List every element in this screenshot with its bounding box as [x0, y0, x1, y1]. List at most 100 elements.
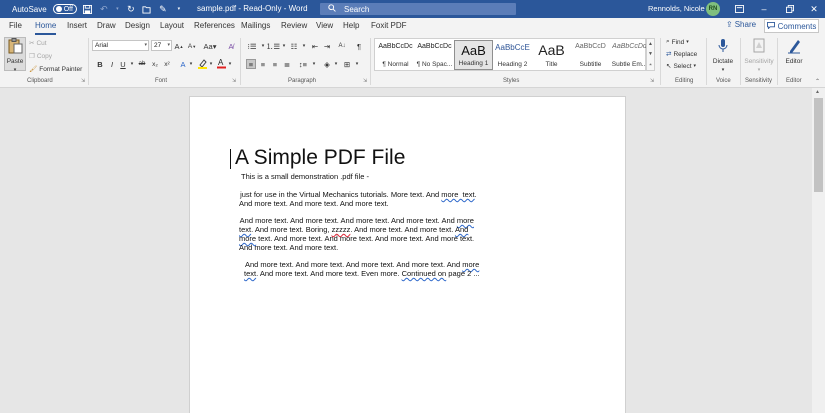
share-label: Share: [734, 20, 757, 29]
group-divider: [740, 38, 741, 85]
collapse-ribbon-icon[interactable]: ⌃: [815, 78, 820, 85]
style-heading-1[interactable]: AaB Heading 1: [454, 40, 493, 70]
undo-dropdown-icon[interactable]: ▾: [115, 4, 120, 14]
cut-button[interactable]: ✂ Cut: [29, 39, 47, 48]
scroll-up-icon[interactable]: ▲: [648, 41, 653, 47]
multilevel-dropdown-icon[interactable]: ▾: [299, 41, 309, 51]
tab-foxit-pdf[interactable]: Foxit PDF: [371, 21, 407, 35]
tab-insert[interactable]: Insert: [67, 21, 87, 35]
superscript-icon[interactable]: x²: [162, 59, 172, 69]
style-normal[interactable]: AaBbCcDc ¶ Normal: [376, 40, 415, 70]
close-icon[interactable]: ✕: [808, 3, 820, 15]
align-left-icon[interactable]: ≡: [246, 59, 256, 69]
user-name[interactable]: Rennolds, Nicole P.: [648, 4, 713, 13]
style-title[interactable]: AaB Title: [532, 40, 571, 70]
sensitivity-button[interactable]: Sensitivity ▾: [743, 38, 775, 73]
ribbon-display-options-icon[interactable]: [733, 3, 745, 15]
minimize-icon[interactable]: –: [758, 3, 770, 15]
style-subtle-emphasis[interactable]: AaBbCcDd Subtle Em...: [610, 40, 649, 70]
highlight-dropdown-icon[interactable]: ▾: [206, 59, 216, 69]
tab-file[interactable]: File: [9, 21, 22, 35]
save-icon[interactable]: [83, 4, 93, 14]
tab-references[interactable]: References: [194, 21, 235, 35]
borders-icon[interactable]: ⊞: [342, 59, 352, 69]
editor-button[interactable]: Editor: [781, 38, 807, 65]
style-sample: AaBbCcD: [575, 43, 606, 50]
draw-pen-icon[interactable]: ✎: [158, 4, 168, 14]
change-case-icon[interactable]: Aa▾: [202, 41, 218, 51]
tab-help[interactable]: Help: [343, 21, 359, 35]
replace-button[interactable]: ⇄ Replace: [666, 50, 697, 59]
comments-button[interactable]: Comments: [764, 19, 819, 33]
replace-icon: ⇄: [666, 51, 672, 58]
tab-mailings[interactable]: Mailings: [241, 21, 270, 35]
dictate-button[interactable]: Dictate ▾: [710, 38, 736, 73]
borders-dropdown-icon[interactable]: ▾: [352, 59, 362, 69]
shrink-font-icon[interactable]: A ▼: [187, 41, 197, 51]
align-right-icon[interactable]: ≡: [270, 59, 280, 69]
styles-dialog-launcher-icon[interactable]: ⇲: [650, 78, 654, 84]
shading-dropdown-icon[interactable]: ▾: [331, 59, 341, 69]
share-button[interactable]: ⇪ Share: [726, 20, 756, 29]
search-box[interactable]: Search: [320, 3, 516, 15]
tab-review[interactable]: Review: [281, 21, 307, 35]
clipboard-dialog-launcher-icon[interactable]: ⇲: [81, 78, 85, 84]
align-center-icon[interactable]: ≡: [258, 59, 268, 69]
tab-view[interactable]: View: [316, 21, 333, 35]
style-heading-2[interactable]: AaBbCcE Heading 2: [493, 40, 532, 70]
vertical-scrollbar[interactable]: ▲: [812, 88, 825, 413]
scrollbar-thumb[interactable]: [814, 98, 823, 192]
numbering-icon[interactable]: ⒈☰: [266, 41, 280, 51]
font-dialog-launcher-icon[interactable]: ⇲: [232, 78, 236, 84]
doc-heading: A Simple PDF File: [235, 146, 406, 169]
format-painter-button[interactable]: 🖌 Format Painter: [29, 65, 82, 74]
underline-dropdown-icon[interactable]: ▾: [127, 59, 137, 69]
style-sample: AaB: [461, 44, 486, 57]
decrease-indent-icon[interactable]: ⇤: [310, 41, 320, 51]
font-size-combo[interactable]: 27 ▾: [151, 40, 172, 51]
undo-icon[interactable]: ↶: [99, 4, 109, 14]
tab-layout[interactable]: Layout: [160, 21, 184, 35]
paste-button[interactable]: Paste ▾: [4, 37, 26, 73]
font-name-combo[interactable]: Arial ▾: [92, 40, 149, 51]
grow-font-icon[interactable]: A ▲: [174, 41, 184, 51]
subscript-icon[interactable]: x₂: [150, 59, 160, 69]
document-page[interactable]: A Simple PDF File This is a small demons…: [189, 96, 626, 413]
line-spacing-dropdown-icon[interactable]: ▾: [309, 59, 319, 69]
doc-line: This is a small demonstration .pdf file …: [241, 172, 369, 181]
paragraph-dialog-launcher-icon[interactable]: ⇲: [363, 78, 367, 84]
find-button[interactable]: ⌕ Find ▾: [666, 38, 689, 46]
scroll-down-icon[interactable]: ▼: [648, 51, 653, 57]
tab-draw[interactable]: Draw: [97, 21, 116, 35]
sort-icon[interactable]: A↓: [337, 41, 347, 51]
line-spacing-icon[interactable]: ↕≡: [298, 59, 308, 69]
show-formatting-marks-icon[interactable]: ¶: [354, 41, 364, 51]
scissors-icon: ✂: [29, 40, 35, 47]
bold-icon[interactable]: B: [95, 59, 105, 69]
dictate-dropdown-icon: ▾: [721, 67, 725, 73]
avatar[interactable]: RN: [706, 2, 720, 16]
copy-button[interactable]: ❐ Copy: [29, 52, 52, 61]
text-effects-dropdown-icon[interactable]: ▾: [186, 59, 196, 69]
strikethrough-icon[interactable]: ab: [137, 59, 147, 69]
customize-toolbar-icon[interactable]: ▾: [174, 4, 184, 14]
tab-design[interactable]: Design: [125, 21, 150, 35]
open-icon[interactable]: [142, 4, 152, 14]
increase-indent-icon[interactable]: ⇥: [322, 41, 332, 51]
bullets-icon[interactable]: ⁝☰: [245, 41, 259, 51]
redo-icon[interactable]: ↻: [126, 4, 136, 14]
autosave-toggle[interactable]: Off: [52, 4, 77, 14]
more-styles-icon[interactable]: ⩡: [649, 62, 652, 68]
scroll-up-icon[interactable]: ▲: [815, 89, 820, 95]
clear-formatting-icon[interactable]: A̸: [226, 41, 236, 51]
tab-home[interactable]: Home: [35, 21, 57, 35]
editor-pen-icon: [787, 38, 801, 56]
select-button[interactable]: ↖ Select ▾: [666, 62, 696, 71]
justify-icon[interactable]: ≣: [282, 59, 292, 69]
italic-icon[interactable]: I: [107, 59, 117, 69]
restore-icon[interactable]: [784, 3, 796, 15]
font-color-dropdown-icon[interactable]: ▾: [225, 59, 235, 69]
style-no-spacing[interactable]: AaBbCcDc ¶ No Spac...: [415, 40, 454, 70]
style-subtitle[interactable]: AaBbCcD Subtitle: [571, 40, 610, 70]
find-dropdown-icon: ▾: [686, 39, 689, 45]
